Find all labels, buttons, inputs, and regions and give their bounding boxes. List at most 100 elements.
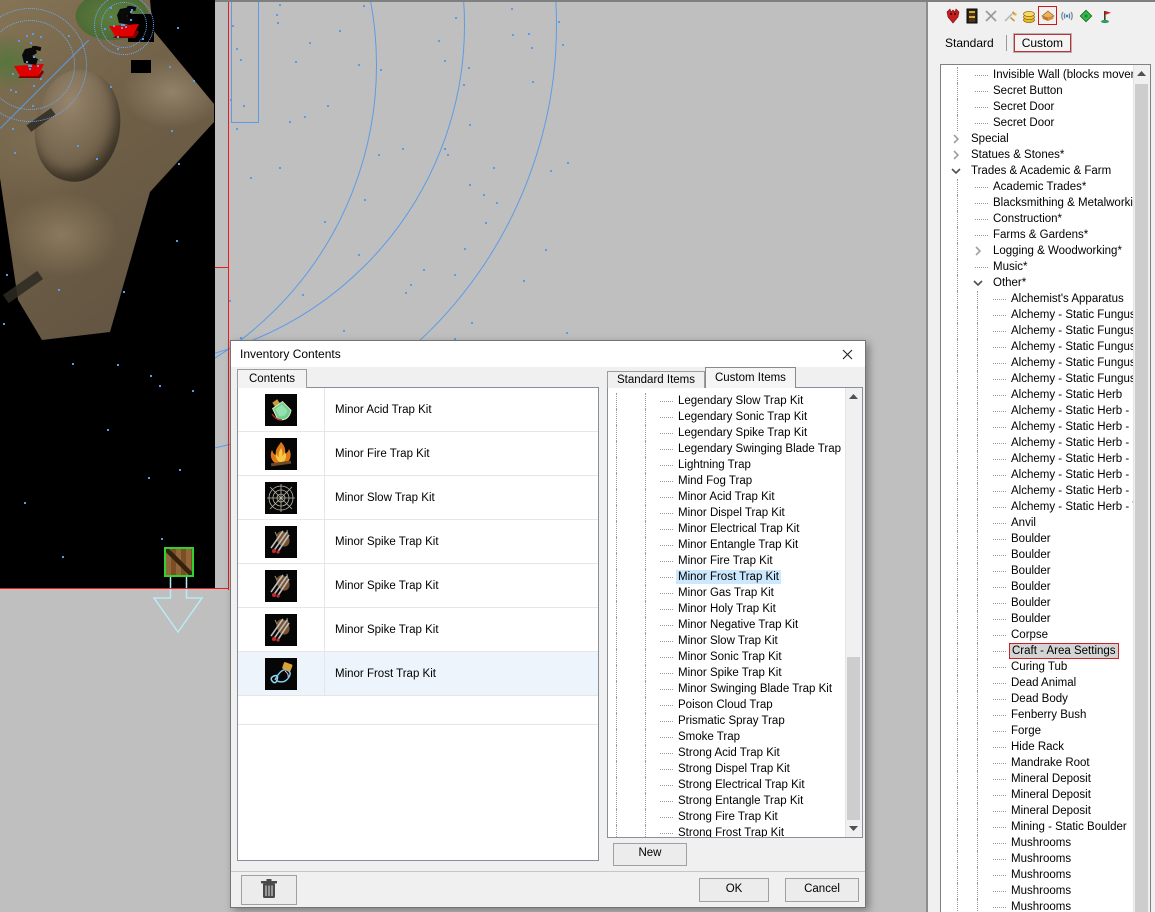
palette-tree-row[interactable]: Mineral Deposit bbox=[941, 771, 1134, 787]
inventory-item-row[interactable]: Minor Spike Trap Kit bbox=[238, 564, 598, 608]
palette-tree-row[interactable]: Dead Body bbox=[941, 691, 1134, 707]
custom-item-row[interactable]: Legendary Swinging Blade Trap Kit bbox=[608, 441, 846, 457]
palette-tree-row[interactable]: Other* bbox=[941, 275, 1134, 291]
custom-item-row[interactable]: Poison Cloud Trap bbox=[608, 697, 846, 713]
chevron-down-icon[interactable] bbox=[973, 278, 983, 288]
palette-tree-row[interactable]: Alchemy - Static Herb - M bbox=[941, 467, 1134, 483]
palette-tree-row[interactable]: Alchemy - Static Herb bbox=[941, 387, 1134, 403]
palette-tree-row[interactable]: Anvil bbox=[941, 515, 1134, 531]
palette-tree-row[interactable]: Mineral Deposit bbox=[941, 803, 1134, 819]
selected-placeable-crate[interactable] bbox=[164, 547, 194, 577]
custom-item-row[interactable]: Minor Electrical Trap Kit bbox=[608, 521, 846, 537]
inventory-item-row[interactable]: Minor Fire Trap Kit bbox=[238, 432, 598, 476]
tab-contents[interactable]: Contents bbox=[237, 369, 307, 388]
delete-button[interactable] bbox=[241, 875, 297, 905]
palette-tree-row[interactable]: Alchemy - Static Herb - D bbox=[941, 419, 1134, 435]
palette-tree-row[interactable]: Boulder bbox=[941, 579, 1134, 595]
paint-merchants-icon[interactable] bbox=[1020, 7, 1037, 24]
palette-tree-row[interactable]: Alchemist's Apparatus bbox=[941, 291, 1134, 307]
palette-tree-row[interactable]: Alchemy - Static Herb - Fi bbox=[941, 451, 1134, 467]
custom-item-row[interactable]: Minor Sonic Trap Kit bbox=[608, 649, 846, 665]
custom-item-row[interactable]: Minor Slow Trap Kit bbox=[608, 633, 846, 649]
palette-tree-row[interactable]: Mandrake Root bbox=[941, 755, 1134, 771]
custom-item-row[interactable]: Minor Frost Trap Kit bbox=[608, 569, 846, 585]
inventory-item-row[interactable]: Minor Spike Trap Kit bbox=[238, 608, 598, 652]
palette-tree-row[interactable]: Secret Button bbox=[941, 83, 1134, 99]
custom-item-row[interactable]: Minor Holy Trap Kit bbox=[608, 601, 846, 617]
tab-custom[interactable]: Custom bbox=[1014, 34, 1071, 52]
custom-item-row[interactable]: Strong Acid Trap Kit bbox=[608, 745, 846, 761]
custom-item-row[interactable]: Minor Gas Trap Kit bbox=[608, 585, 846, 601]
palette-tree-row[interactable]: Mushrooms bbox=[941, 851, 1134, 867]
scrollbar-thumb[interactable] bbox=[1135, 84, 1148, 912]
chevron-down-icon[interactable] bbox=[951, 166, 961, 176]
palette-tree-row[interactable]: Mushrooms bbox=[941, 835, 1134, 851]
palette-tree-row[interactable]: Secret Door bbox=[941, 115, 1134, 131]
scroll-up-icon[interactable] bbox=[846, 388, 861, 405]
custom-item-row[interactable]: Strong Fire Trap Kit bbox=[608, 809, 846, 825]
chevron-right-icon[interactable] bbox=[951, 150, 961, 160]
scroll-up-icon[interactable] bbox=[1134, 65, 1149, 82]
cancel-button[interactable]: Cancel bbox=[785, 878, 859, 902]
palette-tree-row[interactable]: Boulder bbox=[941, 563, 1134, 579]
custom-item-row[interactable]: Strong Entangle Trap Kit bbox=[608, 793, 846, 809]
chevron-right-icon[interactable] bbox=[951, 134, 961, 144]
custom-item-row[interactable]: Minor Acid Trap Kit bbox=[608, 489, 846, 505]
palette-tree-row[interactable]: Boulder bbox=[941, 595, 1134, 611]
custom-item-row[interactable]: Strong Frost Trap Kit bbox=[608, 825, 846, 837]
palette-tree-row[interactable]: Secret Door bbox=[941, 99, 1134, 115]
tab-standard-items[interactable]: Standard Items bbox=[607, 371, 705, 388]
palette-tree-row[interactable]: Craft - Area Settings bbox=[941, 643, 1134, 659]
paint-sounds-icon[interactable] bbox=[1058, 7, 1075, 24]
palette-tree-row[interactable]: Alchemy - Static Herb - E bbox=[941, 435, 1134, 451]
palette-tree-row[interactable]: Trades & Academic & Farm bbox=[941, 163, 1134, 179]
palette-tree-row[interactable]: Hide Rack bbox=[941, 739, 1134, 755]
close-icon[interactable] bbox=[829, 341, 865, 367]
custom-item-row[interactable]: Smoke Trap bbox=[608, 729, 846, 745]
custom-item-row[interactable]: Strong Electrical Trap Kit bbox=[608, 777, 846, 793]
custom-item-row[interactable]: Minor Negative Trap Kit bbox=[608, 617, 846, 633]
custom-item-row[interactable]: Minor Entangle Trap Kit bbox=[608, 537, 846, 553]
inventory-item-row[interactable]: Minor Acid Trap Kit bbox=[238, 388, 598, 432]
custom-tree-scrollbar[interactable] bbox=[845, 388, 862, 837]
palette-tree-row[interactable]: Alchemy - Static Fungus - bbox=[941, 339, 1134, 355]
custom-item-row[interactable]: Lightning Trap bbox=[608, 457, 846, 473]
palette-tree-row[interactable]: Blacksmithing & Metalworking* bbox=[941, 195, 1134, 211]
ok-button[interactable]: OK bbox=[699, 878, 769, 902]
custom-item-row[interactable]: Minor Fire Trap Kit bbox=[608, 553, 846, 569]
palette-tree-row[interactable]: Forge bbox=[941, 723, 1134, 739]
palette-tree-row[interactable]: Alchemy - Static Fungus bbox=[941, 307, 1134, 323]
palette-tree-row[interactable]: Academic Trades* bbox=[941, 179, 1134, 195]
palette-tree-row[interactable]: Curing Tub bbox=[941, 659, 1134, 675]
paint-waypoints-icon[interactable] bbox=[1096, 7, 1113, 24]
palette-tree-row[interactable]: Boulder bbox=[941, 531, 1134, 547]
custom-item-row[interactable]: Prismatic Spray Trap bbox=[608, 713, 846, 729]
palette-tree-row[interactable]: Music* bbox=[941, 259, 1134, 275]
custom-item-row[interactable]: Minor Dispel Trap Kit bbox=[608, 505, 846, 521]
creature-marker[interactable] bbox=[106, 6, 142, 38]
scroll-down-icon[interactable] bbox=[846, 820, 861, 837]
custom-item-row[interactable]: Strong Dispel Trap Kit bbox=[608, 761, 846, 777]
area-view[interactable] bbox=[0, 0, 215, 588]
palette-tree-row[interactable]: Alchemy - Static Herb - Su bbox=[941, 483, 1134, 499]
custom-item-row[interactable]: Legendary Spike Trap Kit bbox=[608, 425, 846, 441]
palette-tree-row[interactable]: Farms & Gardens* bbox=[941, 227, 1134, 243]
creature-marker[interactable] bbox=[11, 46, 47, 78]
tab-standard[interactable]: Standard bbox=[940, 36, 999, 50]
palette-tree-row[interactable]: Boulder bbox=[941, 547, 1134, 563]
custom-item-row[interactable]: Legendary Slow Trap Kit bbox=[608, 393, 846, 409]
dialog-titlebar[interactable]: Inventory Contents bbox=[231, 341, 865, 367]
new-button[interactable]: New bbox=[613, 843, 687, 866]
palette-tree-row[interactable]: Mushrooms bbox=[941, 899, 1134, 912]
palette-tree-row[interactable]: Mining - Static Boulder bbox=[941, 819, 1134, 835]
palette-scrollbar[interactable] bbox=[1133, 65, 1150, 912]
inventory-item-row[interactable]: Minor Slow Trap Kit bbox=[238, 476, 598, 520]
paint-items-icon[interactable] bbox=[1001, 7, 1018, 24]
custom-item-row[interactable]: Mind Fog Trap bbox=[608, 473, 846, 489]
paint-triggers-icon[interactable] bbox=[1077, 7, 1094, 24]
palette-tree-row[interactable]: Dead Animal bbox=[941, 675, 1134, 691]
palette-tree-row[interactable]: Special bbox=[941, 131, 1134, 147]
palette-tree-row[interactable]: Mineral Deposit bbox=[941, 787, 1134, 803]
palette-tree-row[interactable]: Alchemy - Static Fungus - bbox=[941, 355, 1134, 371]
paint-placeables-icon[interactable] bbox=[1039, 7, 1056, 24]
